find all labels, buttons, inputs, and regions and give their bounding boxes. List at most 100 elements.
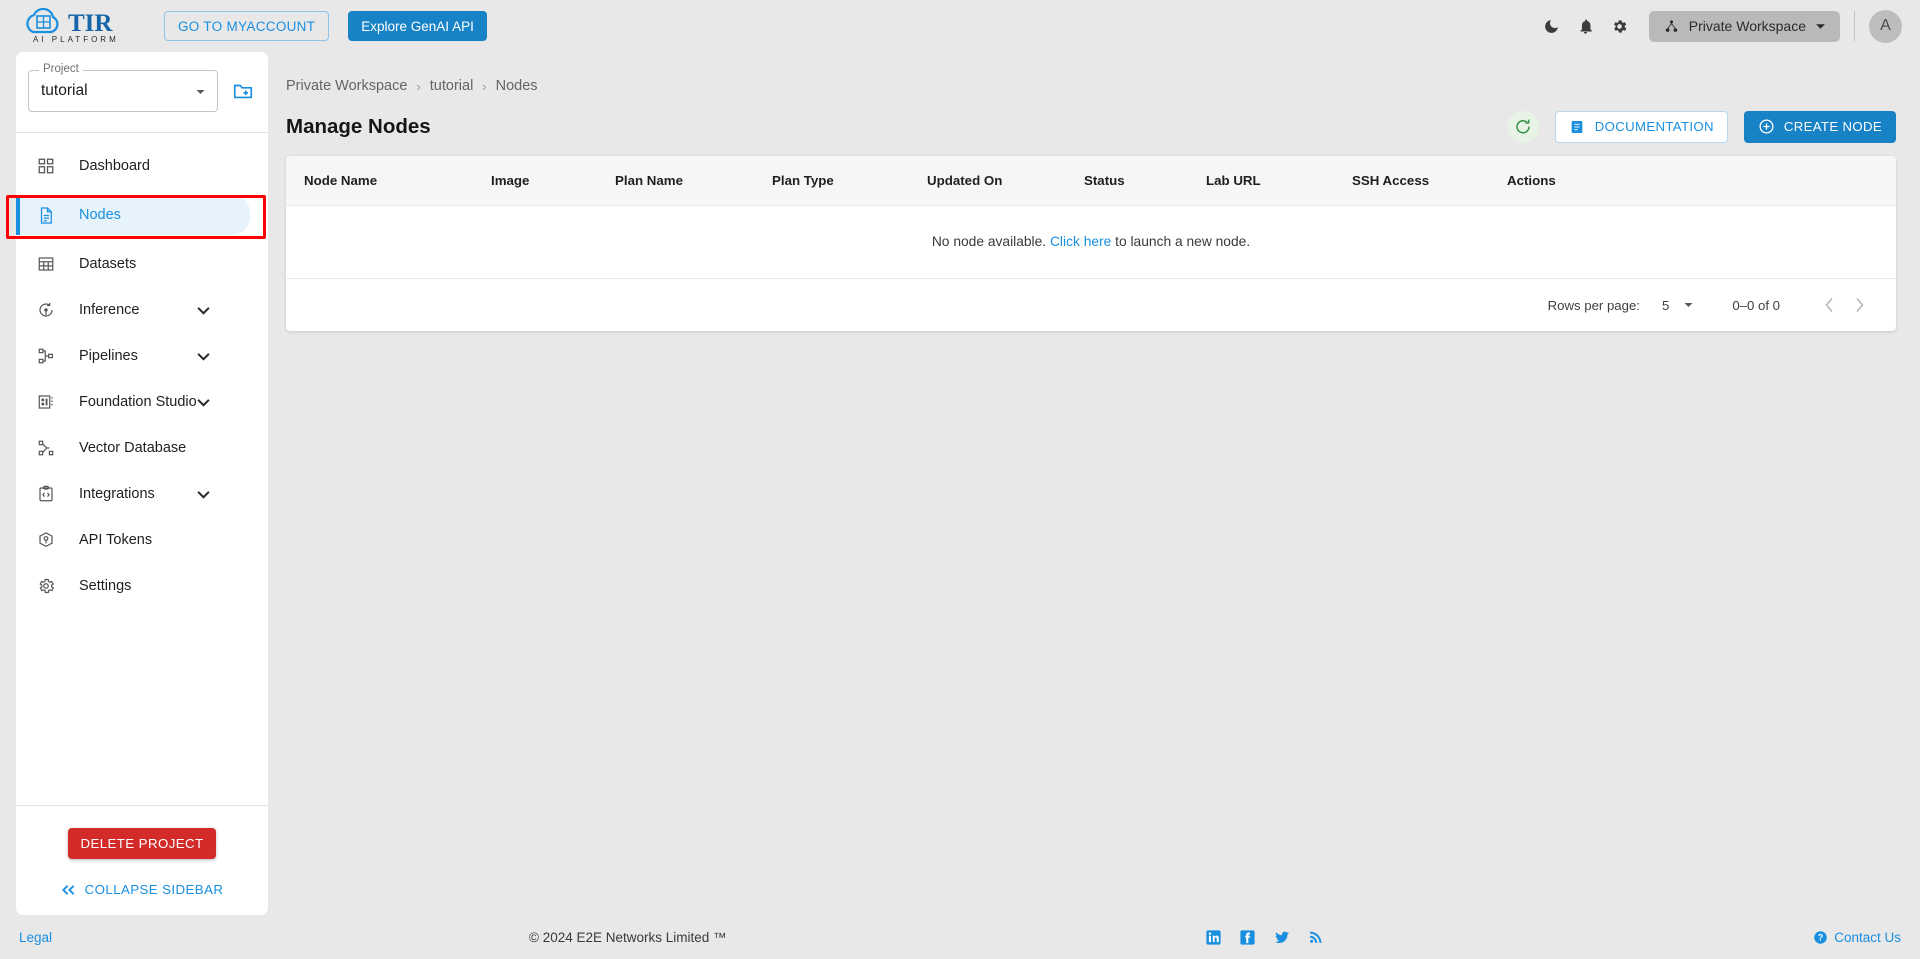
contact-us-link[interactable]: ? Contact Us: [1813, 930, 1901, 945]
chevron-down-icon[interactable]: [197, 352, 210, 361]
sidebar-item-datasets[interactable]: Datasets: [16, 247, 268, 281]
table-head: Node Name Image Plan Name Plan Type Upda…: [286, 156, 1896, 206]
column-header-node-name: Node Name: [286, 156, 491, 206]
project-select[interactable]: Project tutorial: [28, 63, 218, 112]
social-links: [1205, 929, 1324, 946]
twitter-icon[interactable]: [1273, 929, 1291, 946]
sidebar-item-label: Integrations: [79, 486, 155, 502]
rss-icon[interactable]: [1308, 929, 1324, 945]
api-tokens-icon: [34, 531, 58, 549]
documentation-button[interactable]: DOCUMENTATION: [1554, 110, 1728, 143]
breadcrumb-separator: ›: [482, 78, 487, 94]
chevron-down-icon[interactable]: [197, 306, 210, 315]
document-icon: [34, 206, 58, 225]
create-new-project-icon[interactable]: [232, 80, 254, 102]
svg-text:TIR: TIR: [68, 10, 113, 37]
sidebar-item-dashboard[interactable]: Dashboard: [16, 149, 268, 183]
column-header-ssh-access: SSH Access: [1352, 156, 1507, 206]
create-node-label: CREATE NODE: [1783, 119, 1882, 134]
sidebar-item-settings[interactable]: Settings: [16, 569, 268, 603]
column-header-image: Image: [491, 156, 615, 206]
sidebar-item-label: Foundation Studio: [79, 394, 197, 410]
sidebar-item-label: Pipelines: [79, 348, 138, 364]
sidebar-item-nodes[interactable]: Nodes: [16, 195, 250, 235]
tir-logo[interactable]: TIR AI PLATFORM: [16, 7, 138, 45]
collapse-sidebar-label: COLLAPSE SIDEBAR: [84, 882, 224, 897]
next-page-button[interactable]: [1844, 290, 1874, 320]
sidebar: Project tutorial Dashboard Nodes Dataset…: [6, 52, 268, 915]
sidebar-item-label: API Tokens: [79, 532, 153, 548]
breadcrumb-item-workspace[interactable]: Private Workspace: [286, 78, 407, 94]
sidebar-footer: DELETE PROJECT COLLAPSE SIDEBAR: [16, 805, 268, 915]
avatar[interactable]: A: [1869, 9, 1902, 43]
chevron-down-icon[interactable]: [197, 490, 210, 499]
settings-gear-icon: [34, 577, 58, 595]
inference-icon: [34, 301, 58, 319]
empty-state-cell: No node available. Click here to launch …: [286, 205, 1896, 279]
project-select-value: tutorial: [41, 82, 88, 99]
create-node-button[interactable]: CREATE NODE: [1743, 110, 1896, 143]
book-icon: [1569, 119, 1585, 135]
chevron-down-icon[interactable]: [197, 398, 210, 407]
sidebar-item-label: Nodes: [79, 207, 121, 223]
chevron-down-icon: [1816, 23, 1825, 29]
column-header-updated-on: Updated On: [927, 156, 1084, 206]
workspace-selector[interactable]: Private Workspace: [1648, 10, 1840, 42]
page-footer: Legal © 2024 E2E Networks Limited ™ ? Co…: [0, 915, 1920, 959]
sidebar-item-api-tokens[interactable]: API Tokens: [16, 523, 268, 557]
contact-us-label: Contact Us: [1834, 929, 1901, 945]
refresh-button[interactable]: [1506, 110, 1539, 143]
sidebar-item-label: Settings: [79, 578, 132, 594]
workspace-label: Private Workspace: [1688, 18, 1806, 34]
sidebar-item-label: Datasets: [79, 256, 137, 272]
sidebar-item-label: Vector Database: [79, 440, 187, 456]
foundation-studio-icon: [34, 393, 58, 411]
rows-per-page-label: Rows per page:: [1547, 297, 1640, 313]
integrations-icon: [34, 485, 58, 503]
nodes-table: Node Name Image Plan Name Plan Type Upda…: [286, 156, 1896, 279]
linkedin-icon[interactable]: [1205, 929, 1222, 946]
empty-state-prefix: No node available.: [931, 234, 1050, 249]
pipelines-icon: [34, 347, 58, 365]
breadcrumb-item-project[interactable]: tutorial: [430, 78, 474, 94]
project-selector-row: Project tutorial: [16, 52, 268, 112]
workspace-icon: [1665, 19, 1678, 32]
topbar-right-cluster: Private Workspace A: [1535, 9, 1920, 43]
top-bar: TIR AI PLATFORM GO TO MYACCOUNT Explore …: [0, 0, 1920, 52]
moon-icon[interactable]: [1535, 9, 1569, 43]
gear-icon[interactable]: [1603, 9, 1637, 43]
sidebar-item-label: Inference: [79, 302, 140, 318]
legal-link[interactable]: Legal: [19, 930, 52, 945]
column-header-actions: Actions: [1507, 156, 1896, 206]
previous-page-button[interactable]: [1814, 290, 1844, 320]
facebook-icon[interactable]: [1239, 929, 1256, 946]
sidebar-item-foundation-studio[interactable]: Foundation Studio: [16, 385, 268, 419]
empty-state-row: No node available. Click here to launch …: [286, 205, 1896, 279]
table-header-row: Node Name Image Plan Name Plan Type Upda…: [286, 156, 1896, 206]
sidebar-item-integrations[interactable]: Integrations: [16, 477, 268, 511]
breadcrumb: Private Workspace › tutorial › Nodes: [268, 52, 1920, 94]
divider: [1854, 11, 1855, 41]
tir-logo-icon: TIR AI PLATFORM: [26, 7, 116, 44]
pagination-range: 0–0 of 0: [1732, 297, 1780, 313]
collapse-sidebar-button[interactable]: COLLAPSE SIDEBAR: [16, 882, 268, 897]
svg-text:?: ?: [1818, 932, 1823, 942]
sidebar-nav: Dashboard Nodes Datasets Inference Pipel…: [6, 133, 268, 603]
pagination: Rows per page: 5 0–0 of 0: [286, 279, 1896, 331]
sidebar-item-inference[interactable]: Inference: [16, 293, 268, 327]
page-title: Manage Nodes: [286, 114, 431, 138]
sidebar-item-nodes-wrapper: Nodes: [6, 195, 266, 239]
launch-node-link[interactable]: Click here: [1050, 234, 1111, 249]
rows-per-page-select[interactable]: 5: [1662, 298, 1694, 313]
column-header-lab-url: Lab URL: [1206, 156, 1352, 206]
help-icon: ?: [1813, 930, 1828, 945]
chevron-down-icon: [196, 90, 205, 94]
table-body: No node available. Click here to launch …: [286, 205, 1896, 279]
breadcrumb-separator: ›: [416, 78, 421, 94]
sidebar-item-pipelines[interactable]: Pipelines: [16, 339, 268, 373]
bell-icon[interactable]: [1569, 9, 1603, 43]
delete-project-button[interactable]: DELETE PROJECT: [68, 828, 216, 859]
explore-genai-api-button[interactable]: Explore GenAI API: [348, 11, 487, 41]
sidebar-item-vector-database[interactable]: Vector Database: [16, 431, 268, 465]
go-to-myaccount-button[interactable]: GO TO MYACCOUNT: [164, 11, 330, 41]
